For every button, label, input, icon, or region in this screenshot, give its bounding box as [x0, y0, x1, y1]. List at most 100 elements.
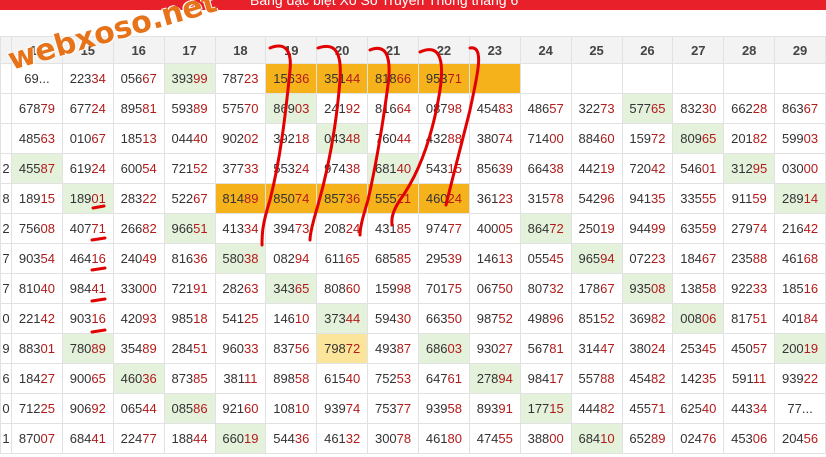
table-row: 67879 67724 89581 59389 57570 86903 24192 81664…: [0, 93, 826, 124]
cell-value: 432: [425, 131, 448, 146]
cell-value: 461: [425, 431, 448, 446]
result-cell: 47455: [468, 423, 521, 454]
result-cell: 05667: [112, 63, 165, 94]
result-cell: 86472: [519, 213, 572, 244]
result-cell: 29539: [418, 243, 470, 274]
cell-tail-digits: 33: [244, 341, 259, 356]
cell-value: 944: [629, 221, 652, 236]
result-cell: 22477: [112, 423, 165, 454]
result-cell: 81866: [367, 63, 419, 94]
cell-tail-digits: 10: [600, 431, 615, 446]
cell-tail-digits: 30: [701, 101, 717, 116]
cell-value: 7: [2, 251, 10, 266]
cell-tail-digits: 40: [40, 281, 56, 296]
cell-tail-digits: 24: [651, 341, 666, 356]
result-cell: 39473: [265, 213, 318, 244]
cell-tail-digits: 08: [651, 281, 666, 296]
cell-tail-digits: 23: [498, 191, 513, 206]
result-cell: 42093: [112, 303, 165, 334]
cell-tail-digits: 01: [701, 161, 717, 176]
result-cell: 49387: [367, 333, 419, 364]
result-cell: 25019: [570, 213, 623, 244]
cell-value: 900: [69, 371, 92, 386]
cell-value: 322: [578, 101, 601, 116]
result-cell: 04348: [316, 123, 369, 154]
cell-value: 522: [171, 191, 194, 206]
cell-tail-digits: 25: [244, 311, 259, 326]
result-cell: 25345: [672, 333, 725, 364]
cell-tail-digits: 58: [701, 281, 717, 296]
cell-value: 289: [781, 191, 804, 206]
cell-tail-digits: 23: [651, 251, 666, 266]
table-row: 48563 01067 18513 04440 90202 39218 04348 76044…: [0, 123, 826, 154]
cell-value: 647: [425, 371, 448, 386]
cell-tail-digits: 65: [91, 371, 106, 386]
result-cell: 66350: [418, 303, 470, 334]
cell-tail-digits: 00: [803, 161, 819, 176]
result-cell: 38024: [621, 333, 674, 364]
result-cell: 20182: [723, 123, 776, 154]
cell-value: 857: [324, 191, 346, 206]
cell-value: 615: [324, 371, 346, 386]
cell-tail-digits: 89: [91, 341, 106, 356]
cell-tail-digits: 83: [498, 101, 513, 116]
cell-tail-digits: 60: [600, 131, 615, 146]
cell-value: 869: [273, 101, 295, 116]
result-cell: 01067: [61, 123, 114, 154]
cell-value: 2: [2, 161, 10, 176]
cell-value: 030: [781, 161, 804, 176]
cell-tail-digits: 89: [193, 101, 208, 116]
result-cell: 68585: [367, 243, 419, 274]
result-cell: 76044: [367, 123, 419, 154]
cell-tail-digits: 85: [193, 371, 208, 386]
cell-value: 065: [120, 401, 143, 416]
cell-value: 300: [374, 431, 397, 446]
result-cell: 22334: [61, 63, 114, 94]
cell-tail-digits: 17: [549, 371, 564, 386]
cell-value: 681: [374, 161, 397, 176]
result-cell: 81040: [11, 273, 63, 304]
cell-value: 965: [578, 251, 601, 266]
cell-tail-digits: 40: [701, 401, 717, 416]
cell-value: 486: [527, 101, 550, 116]
cell-tail-digits: 71: [651, 401, 666, 416]
result-cell: 27894: [468, 363, 521, 394]
result-cell: 05545: [519, 243, 572, 274]
cell-tail-digits: 27: [498, 341, 513, 356]
result-cell: 57765: [621, 93, 674, 124]
cell-value: 420: [120, 311, 143, 326]
cell-tail-digits: 72: [549, 221, 564, 236]
cell-value: 178: [578, 281, 601, 296]
cell-tail-digits: 11: [244, 371, 258, 386]
cell-tail-digits: 82: [600, 401, 615, 416]
result-cell: 44219: [570, 153, 623, 184]
result-cell: 22142: [11, 303, 63, 334]
cell-value: 146: [273, 311, 295, 326]
result-cell: 15636: [265, 63, 318, 94]
cell-value: 787: [222, 71, 245, 86]
cell-tail-digits: 44: [345, 71, 361, 86]
cell-tail-digits: 50: [447, 311, 463, 326]
cell-value: 010: [69, 131, 92, 146]
cell-value: 7: [2, 281, 10, 296]
result-cell: 94135: [621, 183, 674, 214]
cell-value: 684: [69, 431, 92, 446]
column-header: 28: [723, 36, 776, 64]
result-cell: 85639: [468, 153, 521, 184]
cell-value: 721: [171, 161, 194, 176]
cell-value: 577: [629, 101, 652, 116]
cell-value: 159: [374, 281, 397, 296]
result-cell: 08294: [265, 243, 318, 274]
cell-value: 895: [120, 101, 143, 116]
cell-value: 816: [374, 101, 397, 116]
result-cell: 54296: [570, 183, 623, 214]
cell-value: 974: [324, 161, 346, 176]
cell-value: 0: [2, 401, 10, 416]
cell-tail-digits: 57: [549, 101, 564, 116]
result-cell: 7: [0, 273, 12, 304]
cell-tail-digits: 88: [752, 251, 768, 266]
result-cell: 46024: [418, 183, 470, 214]
result-cell: 68603: [418, 333, 470, 364]
result-cell: 7: [0, 243, 12, 274]
result-cell: 31447: [570, 333, 623, 364]
